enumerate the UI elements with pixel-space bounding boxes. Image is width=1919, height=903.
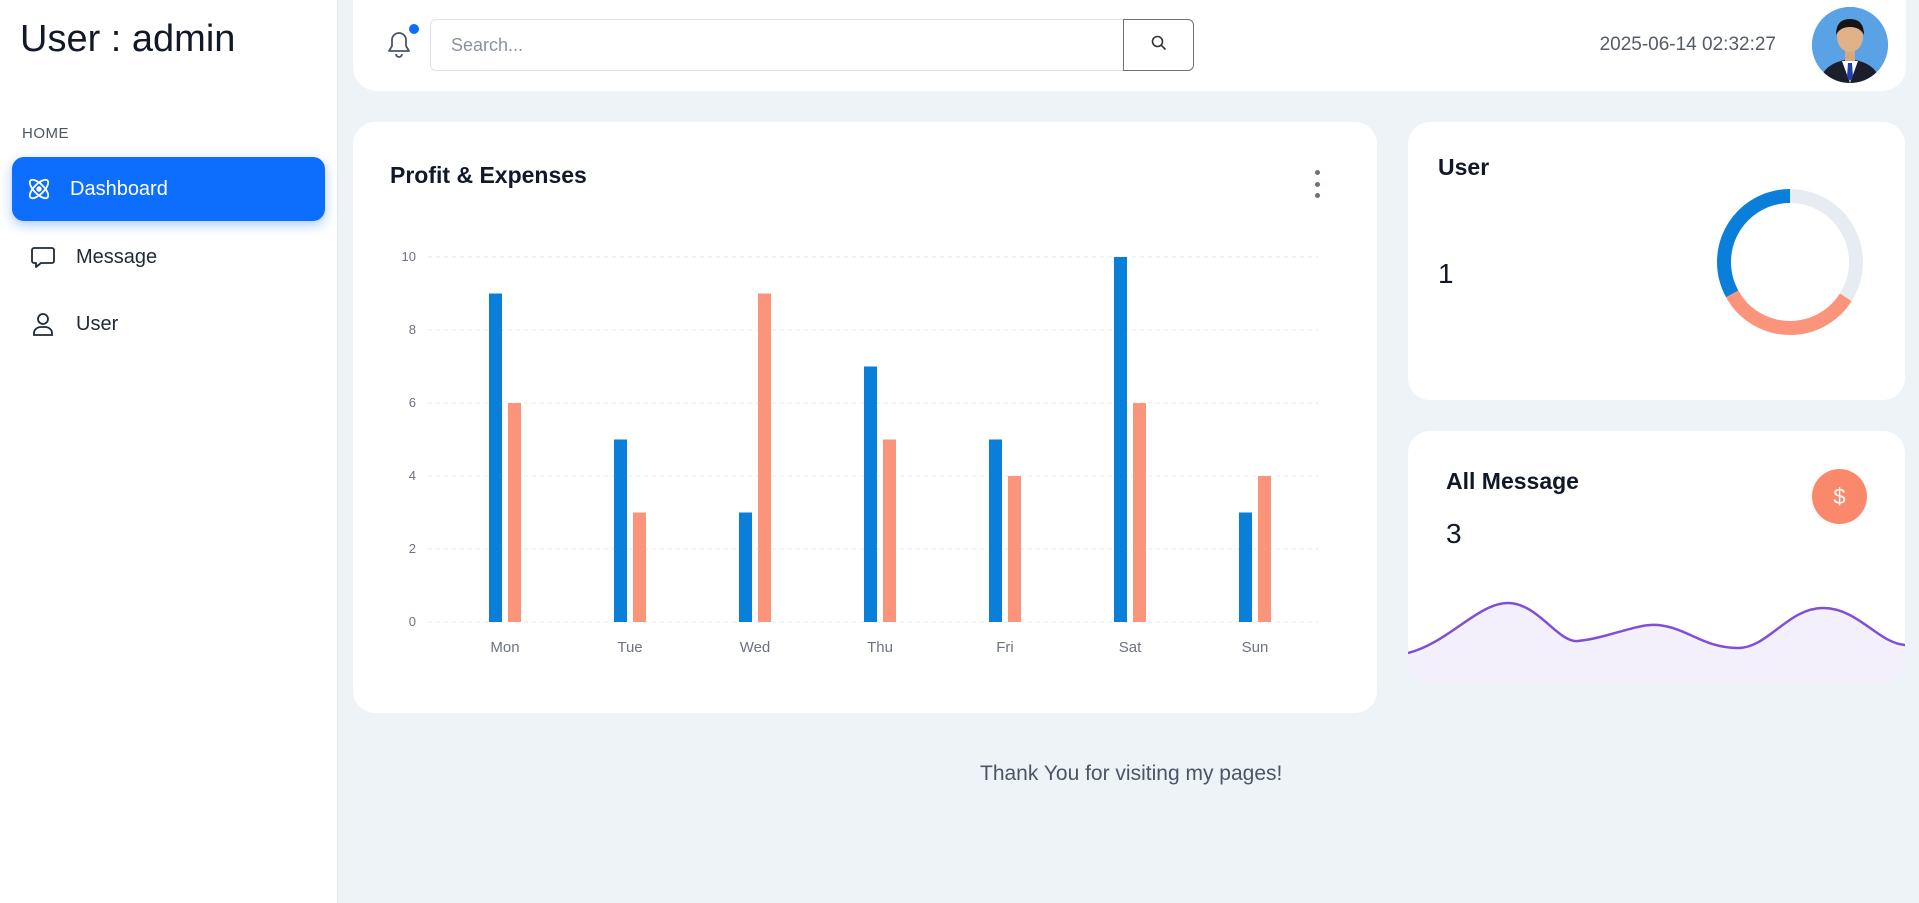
user-count: 1	[1438, 258, 1454, 289]
message-card: All Message 3 $	[1408, 431, 1905, 683]
bar-chart: 0 2 4 6 8 10 Mon Tue Wed Thu Fri Sat Sun	[402, 249, 1318, 656]
bar-series-1-mon	[489, 293, 502, 622]
y-tick-label: 8	[409, 322, 416, 337]
bar-series-2-thu	[883, 439, 896, 622]
atom-icon	[24, 174, 54, 204]
profit-expenses-card: Profit & Expenses 0 2 4 6 8 10 Mon Tue Wed Thu Fri…	[353, 122, 1377, 713]
bar-series-1-thu	[864, 366, 877, 622]
message-sparkline	[1408, 601, 1905, 683]
sidebar-item-message[interactable]: Message	[12, 225, 325, 289]
notification-dot	[409, 24, 419, 34]
search-input[interactable]	[430, 19, 1124, 71]
sidebar-item-label: User	[76, 312, 119, 335]
bar-series-1-fri	[989, 439, 1002, 622]
user-icon	[28, 309, 58, 339]
bar-series-1-tue	[614, 439, 627, 622]
brand-title: User : admin	[20, 18, 236, 60]
x-tick-label: Sat	[1119, 639, 1142, 656]
avatar[interactable]	[1812, 7, 1888, 83]
bar-series-2-tue	[633, 512, 646, 622]
bar-series-2-mon	[508, 403, 521, 622]
message-count: 3	[1446, 518, 1462, 549]
footer-text: Thank You for visiting my pages!	[980, 762, 1283, 785]
search-button[interactable]	[1123, 19, 1194, 71]
user-donut-chart	[1717, 189, 1863, 335]
dollar-icon: $	[1812, 469, 1867, 524]
x-tick-label: Tue	[617, 639, 642, 656]
y-tick-label: 0	[409, 614, 416, 629]
x-tick-label: Sun	[1242, 639, 1269, 656]
topbar: 2025-06-14 02:32:27	[353, 0, 1906, 91]
x-tick-label: Thu	[867, 639, 893, 656]
card-title: User	[1438, 154, 1490, 180]
chat-bubble-icon	[28, 242, 58, 272]
y-tick-label: 4	[409, 468, 416, 483]
y-tick-label: 6	[409, 395, 416, 410]
bell-icon[interactable]	[386, 30, 412, 58]
sidebar: User : admin HOME Dashboard Message User	[0, 0, 338, 903]
bar-series-2-wed	[758, 293, 771, 622]
bar-series-1-sat	[1114, 257, 1127, 622]
bar-series-1-sun	[1239, 512, 1252, 622]
sidebar-item-label: Message	[76, 245, 158, 268]
search-bar	[430, 19, 1194, 71]
sidebar-item-dashboard[interactable]: Dashboard	[12, 157, 325, 221]
search-icon	[1151, 35, 1167, 56]
x-tick-label: Mon	[490, 639, 519, 656]
nav-section-label: HOME	[22, 125, 69, 142]
bar-series-2-sat	[1133, 403, 1146, 622]
card-title: All Message	[1446, 468, 1579, 494]
y-tick-label: 2	[409, 541, 416, 556]
sidebar-item-user[interactable]: User	[12, 292, 325, 356]
x-tick-label: Wed	[740, 639, 771, 656]
bar-series-2-fri	[1008, 476, 1021, 622]
y-tick-label: 10	[402, 249, 416, 264]
sidebar-item-label: Dashboard	[70, 177, 168, 200]
bar-series-2-sun	[1258, 476, 1271, 622]
datetime-display: 2025-06-14 02:32:27	[1599, 34, 1776, 55]
bar-series-1-wed	[739, 512, 752, 622]
x-tick-label: Fri	[996, 639, 1014, 656]
user-card: User 1	[1408, 122, 1905, 400]
